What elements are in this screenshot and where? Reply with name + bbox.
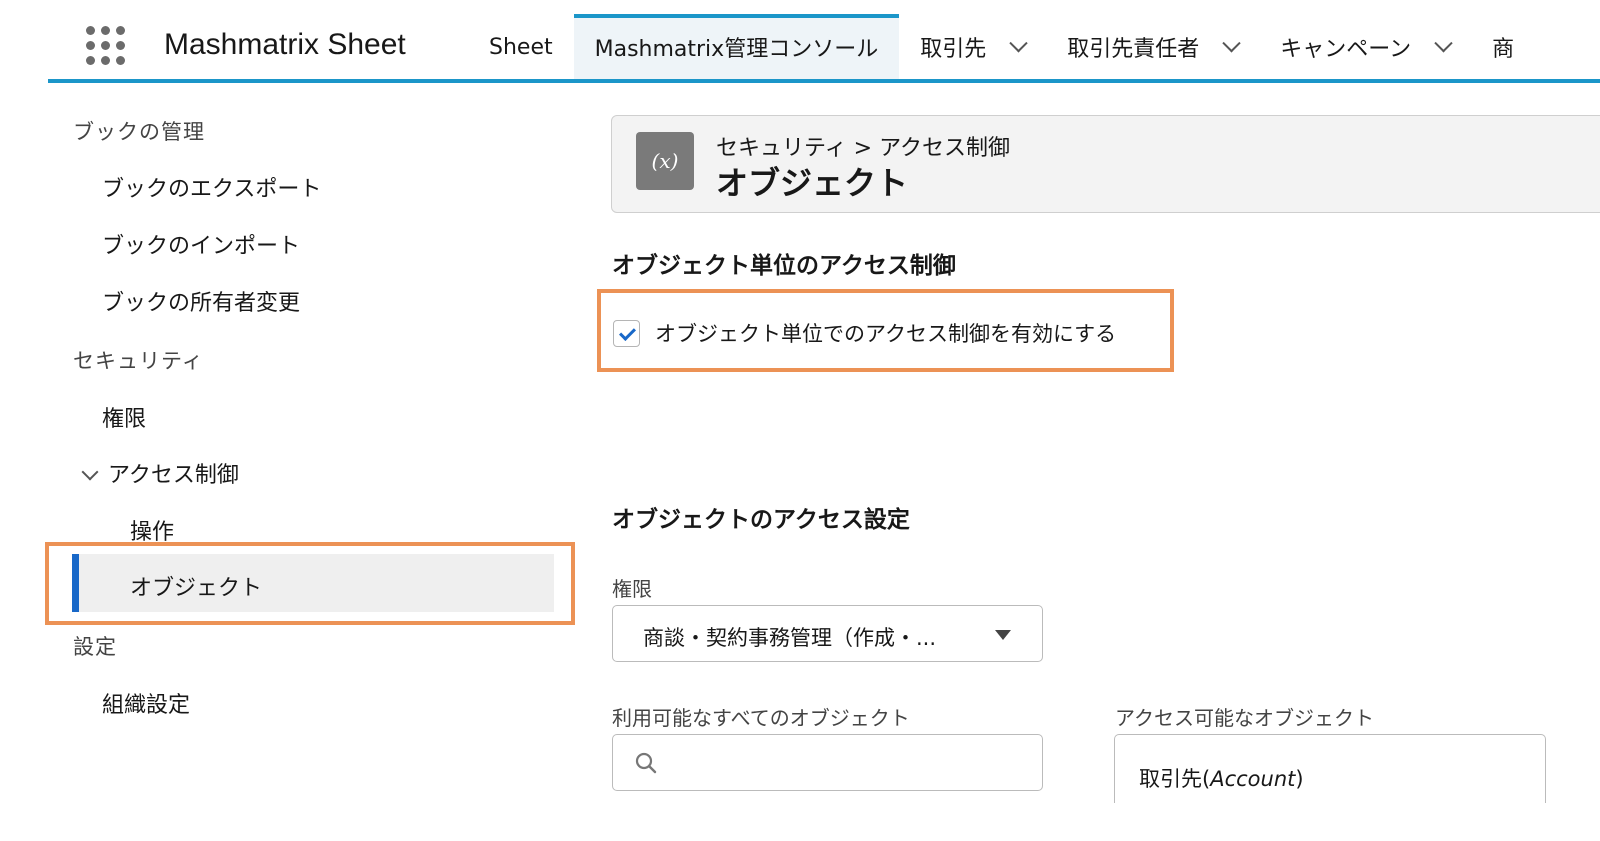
top-navigation-bar: Mashmatrix Sheet Sheet Mashmatrix管理コンソール…: [0, 0, 1600, 84]
object-name-ja: 取引先: [1139, 767, 1202, 791]
viewport-bottom: [0, 803, 1600, 841]
object-settings-heading: オブジェクトのアクセス設定: [612, 507, 910, 533]
search-input[interactable]: [673, 745, 1023, 781]
sidebar-section-settings: 設定: [73, 635, 117, 659]
list-item[interactable]: 取引先(Account): [1139, 763, 1304, 793]
object-name-en: Account: [1210, 767, 1296, 791]
tab-label: Mashmatrix管理コンソール: [594, 37, 879, 62]
chevron-down-icon[interactable]: [1009, 33, 1028, 52]
permission-select[interactable]: 商談・契約事務管理（作成・...: [612, 605, 1043, 662]
page-title: オブジェクト: [716, 164, 909, 202]
chevron-down-icon[interactable]: [81, 463, 99, 481]
sidebar-item-permissions[interactable]: 権限: [102, 401, 146, 433]
tab-label: 商: [1492, 37, 1515, 62]
chevron-down-icon[interactable]: [1434, 33, 1453, 52]
tab-sheet[interactable]: Sheet: [468, 14, 574, 80]
tab-campaigns[interactable]: キャンペーン: [1259, 14, 1471, 80]
available-objects-search[interactable]: [612, 734, 1043, 791]
search-icon: [635, 752, 657, 774]
tab-label: キャンペーン: [1280, 37, 1412, 62]
tab-admin-console[interactable]: Mashmatrix管理コンソール: [573, 14, 900, 80]
variable-icon: (x): [636, 132, 694, 190]
tab-label: 取引先責任者: [1067, 37, 1200, 62]
dropdown-arrow-icon: [995, 630, 1011, 640]
sidebar-item-label: アクセス制御: [108, 463, 239, 488]
sidebar-item-org-settings[interactable]: 組織設定: [102, 687, 190, 719]
nav-tabs: Sheet Mashmatrix管理コンソール 取引先 取引先責任者 キャンペー…: [468, 14, 1535, 80]
available-objects-label: 利用可能なすべてのオブジェクト: [612, 706, 910, 730]
tab-contacts[interactable]: 取引先責任者: [1046, 14, 1259, 80]
highlight-box-checkbox: [597, 289, 1174, 372]
permission-selected-value: 商談・契約事務管理（作成・...: [643, 626, 937, 650]
sidebar-item-access-control[interactable]: アクセス制御: [81, 457, 239, 489]
sidebar-section-security: セキュリティ: [73, 349, 204, 373]
tab-label: 取引先: [920, 37, 987, 62]
accessible-objects-label: アクセス可能なオブジェクト: [1115, 706, 1374, 730]
tab-accounts[interactable]: 取引先: [899, 14, 1046, 80]
chevron-down-icon[interactable]: [1222, 33, 1241, 52]
sidebar-section-books: ブックの管理: [73, 120, 205, 144]
sidebar-item-book-import[interactable]: ブックのインポート: [102, 228, 300, 260]
permission-label: 権限: [612, 577, 652, 601]
app-name: Mashmatrix Sheet: [164, 28, 406, 61]
sidebar-item-book-owner-change[interactable]: ブックの所有者変更: [102, 285, 300, 317]
app-launcher-icon[interactable]: [86, 26, 126, 66]
accessible-objects-list: 取引先(Account): [1114, 734, 1546, 814]
nav-underline: [48, 79, 1600, 83]
tab-opportunities[interactable]: 商: [1471, 14, 1535, 80]
highlight-box-sidebar: [45, 542, 575, 625]
tab-label: Sheet: [489, 34, 553, 60]
object-access-heading: オブジェクト単位のアクセス制御: [612, 253, 956, 279]
sidebar-item-book-export[interactable]: ブックのエクスポート: [102, 171, 321, 203]
page-header: (x) セキュリティ > アクセス制御 オブジェクト: [611, 115, 1600, 213]
